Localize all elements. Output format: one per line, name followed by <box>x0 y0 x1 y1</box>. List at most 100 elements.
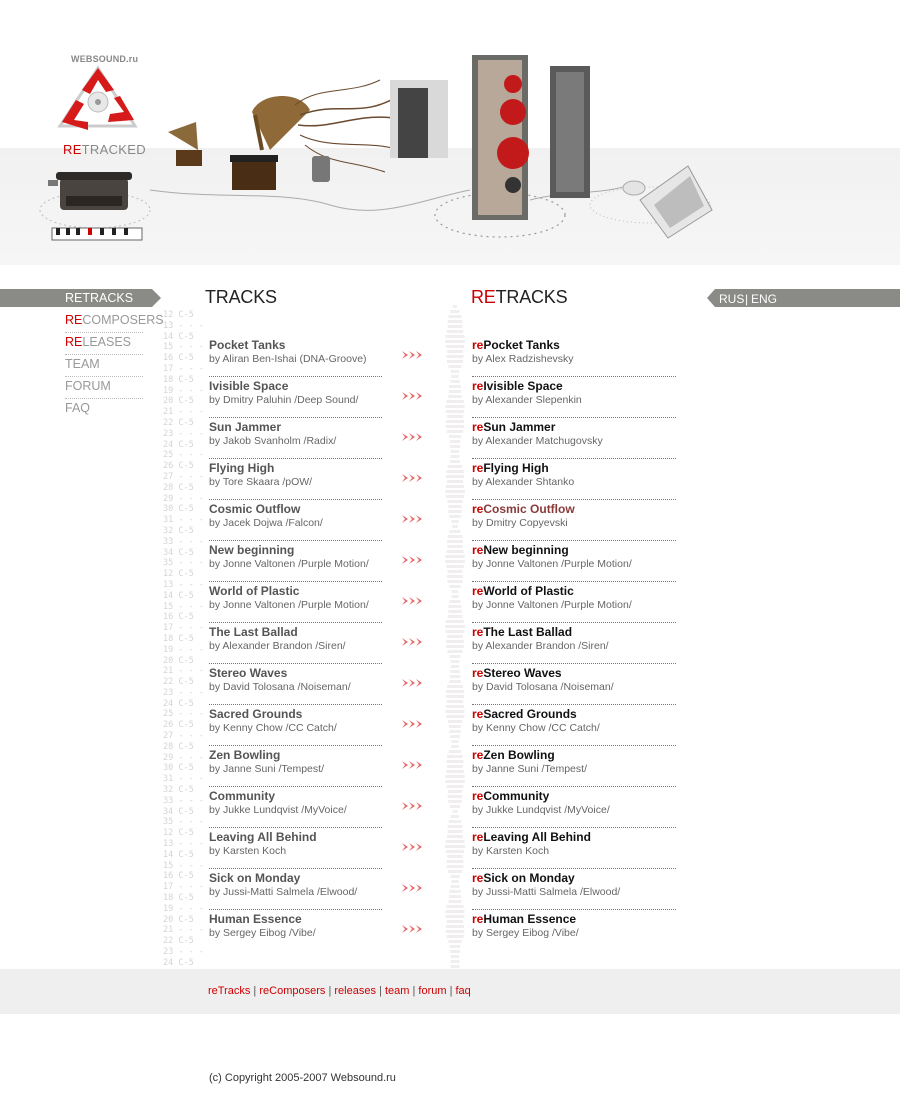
track-row[interactable]: Stereo Waves by David Tolosana /Noiseman/ <box>209 664 422 705</box>
track-author: by Karsten Koch <box>209 845 287 857</box>
track-row[interactable]: Sun Jammer by Jakob Svanholm /Radix/ <box>209 418 422 459</box>
track-row[interactable]: Ivisible Space by Dmitry Paluhin /Deep So… <box>209 377 422 418</box>
play-arrows-icon[interactable] <box>402 432 426 442</box>
track-title[interactable]: Sacred Grounds <box>209 707 302 721</box>
retrack-row[interactable]: reStereo Waves by David Tolosana /Noisema… <box>472 664 676 705</box>
play-arrows-icon[interactable] <box>402 391 426 401</box>
nav-item-faq[interactable]: FAQ <box>65 399 143 421</box>
track-row[interactable]: World of Plastic by Jonne Valtonen /Purpl… <box>209 582 422 623</box>
retrack-title[interactable]: reHuman Essence <box>472 912 576 926</box>
nav-item-label: TRACKS <box>82 291 134 305</box>
retrack-title[interactable]: reWorld of Plastic <box>472 584 574 598</box>
retrack-author: by David Tolosana /Noiseman/ <box>472 681 614 693</box>
play-arrows-icon[interactable] <box>402 842 426 852</box>
track-title[interactable]: Ivisible Space <box>209 379 288 393</box>
footer-link-faq[interactable]: faq <box>456 985 471 997</box>
lang-eng-link[interactable]: ENG <box>751 292 777 306</box>
play-arrows-icon[interactable] <box>402 924 426 934</box>
retrack-title[interactable]: reSun Jammer <box>472 420 555 434</box>
retrack-author: by Alexander Shtanko <box>472 476 575 488</box>
retrack-row[interactable]: reSick on Monday by Jussi-Matti Salmela /… <box>472 869 676 910</box>
track-title[interactable]: Cosmic Outflow <box>209 502 300 516</box>
tracks-list: Pocket Tanks by Aliran Ben-Ishai (DNA-Gro… <box>209 336 422 951</box>
play-arrows-icon[interactable] <box>402 555 426 565</box>
play-arrows-icon[interactable] <box>402 637 426 647</box>
lang-rus-link[interactable]: RUS <box>719 292 744 306</box>
nav-item-label: FAQ <box>65 401 91 415</box>
retrack-title[interactable]: reSick on Monday <box>472 871 575 885</box>
track-title[interactable]: Leaving All Behind <box>209 830 317 844</box>
play-arrows-icon[interactable] <box>402 473 426 483</box>
retrack-row[interactable]: reWorld of Plastic by Jonne Valtonen /Pur… <box>472 582 676 623</box>
footer-link-retracks[interactable]: reTracks <box>208 985 250 997</box>
footer-link-forum[interactable]: forum <box>418 985 446 997</box>
retrack-row[interactable]: reSun Jammer by Alexander Matchugovsky <box>472 418 676 459</box>
track-title[interactable]: Sick on Monday <box>209 871 300 885</box>
retrack-row[interactable]: reNew beginning by Jonne Valtonen /Purple… <box>472 541 676 582</box>
retrack-row[interactable]: reIvisible Space by Alexander Slepenkin <box>472 377 676 418</box>
retrack-row[interactable]: reSacred Grounds by Kenny Chow /CC Catch/ <box>472 705 676 746</box>
retrack-prefix: re <box>472 584 484 598</box>
retrack-title[interactable]: reCommunity <box>472 789 549 803</box>
nav-item-tracks[interactable]: RETRACKS <box>65 289 143 311</box>
track-row[interactable]: Community by Jukke Lundqvist /MyVoice/ <box>209 787 422 828</box>
retrack-row[interactable]: reHuman Essence by Sergey Eibog /Vibe/ <box>472 910 676 951</box>
retrack-row[interactable]: reCosmic Outflow by Dmitry Copyevski <box>472 500 676 541</box>
retrack-title[interactable]: reCosmic Outflow <box>472 502 575 516</box>
retrack-title[interactable]: reStereo Waves <box>472 666 562 680</box>
track-title[interactable]: Human Essence <box>209 912 302 926</box>
footer-link-recomposers[interactable]: reComposers <box>259 985 325 997</box>
retrack-title[interactable]: reSacred Grounds <box>472 707 577 721</box>
nav-item-team[interactable]: TEAM <box>65 355 143 377</box>
retrack-title[interactable]: rePocket Tanks <box>472 338 560 352</box>
retrack-title[interactable]: reZen Bowling <box>472 748 555 762</box>
track-row[interactable]: Cosmic Outflow by Jacek Dojwa /Falcon/ <box>209 500 422 541</box>
play-arrows-icon[interactable] <box>402 678 426 688</box>
track-title[interactable]: Flying High <box>209 461 274 475</box>
retrack-title[interactable]: reThe Last Ballad <box>472 625 572 639</box>
track-row[interactable]: New beginning by Jonne Valtonen /Purple M… <box>209 541 422 582</box>
play-arrows-icon[interactable] <box>402 719 426 729</box>
play-arrows-icon[interactable] <box>402 883 426 893</box>
track-title[interactable]: Zen Bowling <box>209 748 280 762</box>
retrack-title[interactable]: reNew beginning <box>472 543 569 557</box>
track-title[interactable]: Stereo Waves <box>209 666 287 680</box>
retrack-row[interactable]: reFlying High by Alexander Shtanko <box>472 459 676 500</box>
track-title[interactable]: The Last Ballad <box>209 625 298 639</box>
track-row[interactable]: Sacred Grounds by Kenny Chow /CC Catch/ <box>209 705 422 746</box>
footer-link-team[interactable]: team <box>385 985 409 997</box>
track-title[interactable]: World of Plastic <box>209 584 299 598</box>
retrack-row[interactable]: reThe Last Ballad by Alexander Brandon /S… <box>472 623 676 664</box>
track-row[interactable]: Pocket Tanks by Aliran Ben-Ishai (DNA-Gro… <box>209 336 422 377</box>
nav-item-leases[interactable]: RELEASES <box>65 333 143 355</box>
play-arrows-icon[interactable] <box>402 350 426 360</box>
retrack-author: by Sergey Eibog /Vibe/ <box>472 927 579 939</box>
retrack-row[interactable]: rePocket Tanks by Alex Radzishevsky <box>472 336 676 377</box>
track-title[interactable]: Pocket Tanks <box>209 338 285 352</box>
track-row[interactable]: The Last Ballad by Alexander Brandon /Sir… <box>209 623 422 664</box>
track-row[interactable]: Flying High by Tore Skaara /pOW/ <box>209 459 422 500</box>
track-row[interactable]: Zen Bowling by Janne Suni /Tempest/ <box>209 746 422 787</box>
retrack-row[interactable]: reCommunity by Jukke Lundqvist /MyVoice/ <box>472 787 676 828</box>
track-row[interactable]: Leaving All Behind by Karsten Koch <box>209 828 422 869</box>
track-title[interactable]: Sun Jammer <box>209 420 281 434</box>
retrack-title[interactable]: reFlying High <box>472 461 549 475</box>
play-arrows-icon[interactable] <box>402 596 426 606</box>
track-title[interactable]: Community <box>209 789 275 803</box>
retrack-prefix: re <box>472 871 484 885</box>
site-name: WEBSOUND.ru <box>71 54 139 64</box>
track-row[interactable]: Human Essence by Sergey Eibog /Vibe/ <box>209 910 422 951</box>
track-title[interactable]: New beginning <box>209 543 294 557</box>
nav-item-composers[interactable]: RECOMPOSERS <box>65 311 164 333</box>
retrack-title[interactable]: reIvisible Space <box>472 379 563 393</box>
nav-item-forum[interactable]: FORUM <box>65 377 143 399</box>
track-author: by Jussi-Matti Salmela /Elwood/ <box>209 886 358 898</box>
track-row[interactable]: Sick on Monday by Jussi-Matti Salmela /El… <box>209 869 422 910</box>
footer-link-releases[interactable]: releases <box>334 985 376 997</box>
play-arrows-icon[interactable] <box>402 801 426 811</box>
retrack-row[interactable]: reLeaving All Behind by Karsten Koch <box>472 828 676 869</box>
play-arrows-icon[interactable] <box>402 760 426 770</box>
retrack-row[interactable]: reZen Bowling by Janne Suni /Tempest/ <box>472 746 676 787</box>
play-arrows-icon[interactable] <box>402 514 426 524</box>
retrack-title[interactable]: reLeaving All Behind <box>472 830 591 844</box>
